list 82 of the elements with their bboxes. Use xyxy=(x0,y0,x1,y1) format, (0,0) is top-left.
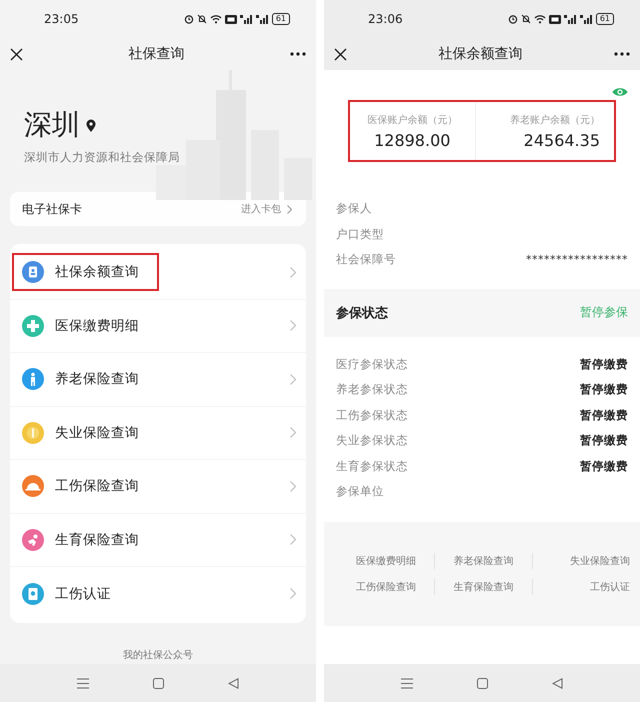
field-value: 暂停缴费 xyxy=(580,356,628,372)
alarm-icon xyxy=(508,14,518,24)
wifi-icon xyxy=(210,14,222,24)
balance-label: 医保账户余额（元） xyxy=(367,114,458,126)
more-icon[interactable] xyxy=(290,52,306,56)
field-value: 暂停缴费 xyxy=(580,382,628,398)
menu-label: 社保余额查询 xyxy=(55,263,140,282)
menu-item[interactable]: 工伤认证 xyxy=(10,567,306,620)
menu-label: 养老保险查询 xyxy=(55,370,140,388)
balance-value: 24564.35 xyxy=(524,130,600,150)
signal-icon xyxy=(256,14,269,24)
section-title: 参保状态 xyxy=(336,304,388,322)
back-icon[interactable] xyxy=(552,678,563,688)
field-label: 医疗参保状态 xyxy=(336,356,408,372)
mute-icon xyxy=(196,14,207,24)
menu-item[interactable]: 失业保险查询 xyxy=(10,406,306,460)
wallet-link[interactable]: 进入卡包 xyxy=(241,202,281,216)
field-value: 暂停缴费 xyxy=(580,408,628,423)
field-value: 暂停缴费 xyxy=(580,458,628,474)
wifi-icon xyxy=(534,14,546,24)
field-label: 参保人 xyxy=(336,201,372,216)
battery-level: 61 xyxy=(596,13,614,25)
field-label: 户口类型 xyxy=(336,226,384,242)
card-label: 电子社保卡 xyxy=(22,200,82,218)
chevron-icon xyxy=(287,204,292,214)
field-label: 失业参保状态 xyxy=(336,433,408,448)
menu-item[interactable]: 工伤保险查询 xyxy=(10,460,306,514)
quick-link[interactable]: 工伤保险查询 xyxy=(356,580,416,594)
chevron-icon xyxy=(290,427,296,438)
menu-item[interactable]: 社保余额查询 xyxy=(10,246,306,300)
quick-link[interactable]: 养老保险查询 xyxy=(453,554,514,568)
field-label: 参保单位 xyxy=(336,484,384,500)
mute-icon xyxy=(520,14,531,24)
close-icon[interactable] xyxy=(10,48,23,60)
back-icon[interactable] xyxy=(228,678,239,688)
field-label: 社会保障号 xyxy=(336,252,396,268)
status-text: 暂停参保 xyxy=(580,304,628,321)
field-value: ***************** xyxy=(526,253,628,266)
status-time: 23:05 xyxy=(44,12,79,26)
menu-icon[interactable] xyxy=(401,678,413,688)
close-icon[interactable] xyxy=(334,48,347,60)
home-icon[interactable] xyxy=(477,678,488,688)
quick-link[interactable]: 失业保险查询 xyxy=(570,554,630,568)
battery-level: 61 xyxy=(272,13,290,25)
signal-icon xyxy=(240,14,253,24)
agency-name: 深圳市人力资源和社会保障局 xyxy=(24,150,181,165)
status-time: 23:06 xyxy=(368,12,403,26)
signal-icon xyxy=(564,14,577,24)
balance-value: 12898.00 xyxy=(374,130,450,150)
signal-icon xyxy=(580,14,593,24)
field-label: 养老参保状态 xyxy=(336,382,408,398)
menu-label: 生育保险查询 xyxy=(55,530,140,549)
more-icon[interactable] xyxy=(614,52,630,56)
chevron-icon xyxy=(290,320,296,332)
menu-label: 工伤保险查询 xyxy=(55,477,140,496)
menu-label: 工伤认证 xyxy=(55,584,112,603)
menu-item[interactable]: 生育保险查询 xyxy=(10,514,306,567)
location-pin-icon[interactable] xyxy=(86,118,96,132)
chevron-icon xyxy=(290,588,296,600)
chevron-icon xyxy=(290,266,296,278)
footer-text[interactable]: 我的社保公众号 xyxy=(123,648,193,662)
chevron-icon xyxy=(290,534,296,546)
city-name: 深圳 xyxy=(24,108,80,142)
field-label: 工伤参保状态 xyxy=(336,408,408,423)
chevron-icon xyxy=(290,374,296,385)
home-icon[interactable] xyxy=(153,678,164,688)
page-title: 社保余额查询 xyxy=(438,45,522,63)
chevron-icon xyxy=(290,480,296,492)
menu-item[interactable]: 医保缴费明细 xyxy=(10,300,306,353)
balance-label: 养老账户余额（元） xyxy=(510,114,600,126)
alarm-icon xyxy=(184,14,194,24)
field-value: 暂停缴费 xyxy=(580,433,628,448)
quick-link[interactable]: 生育保险查询 xyxy=(453,580,514,594)
page-title: 社保查询 xyxy=(128,45,184,63)
menu-icon[interactable] xyxy=(77,678,89,688)
menu-item[interactable]: 养老保险查询 xyxy=(10,353,306,406)
menu-label: 失业保险查询 xyxy=(55,424,140,442)
field-label: 生育参保状态 xyxy=(336,458,408,474)
eye-icon[interactable] xyxy=(612,86,628,98)
quick-link[interactable]: 医保缴费明细 xyxy=(356,554,416,568)
quick-link[interactable]: 工伤认证 xyxy=(590,580,630,594)
menu-label: 医保缴费明细 xyxy=(55,316,140,335)
